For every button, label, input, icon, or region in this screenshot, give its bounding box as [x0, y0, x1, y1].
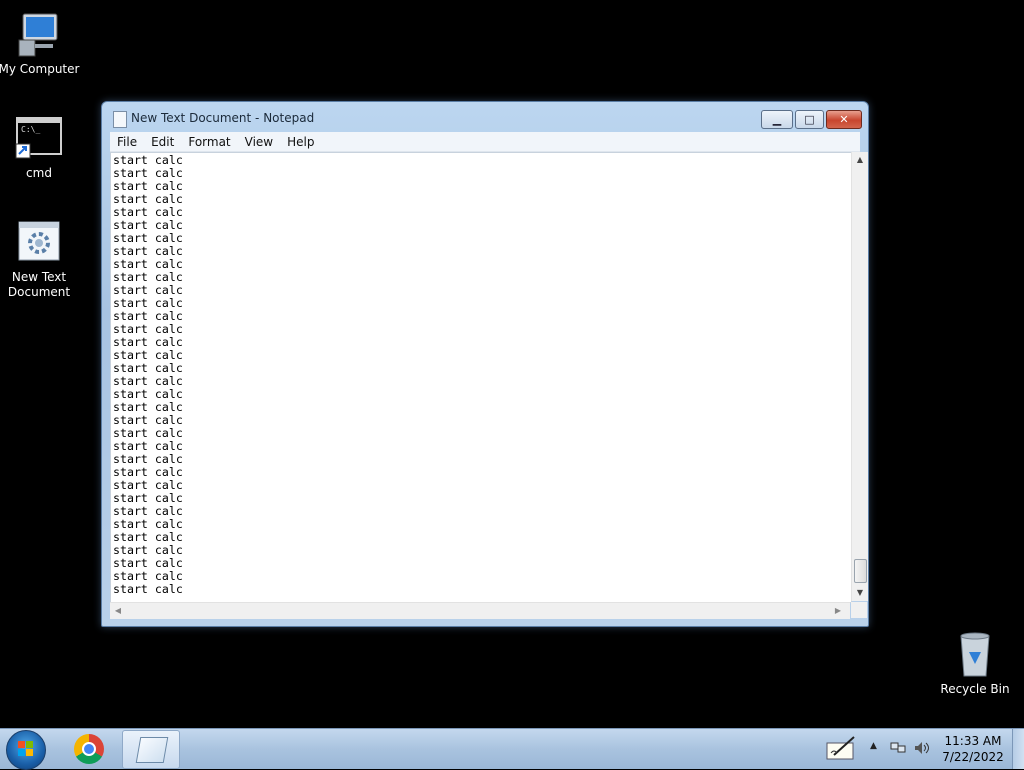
- desktop-icon-new-text-document[interactable]: New Text Document: [0, 218, 81, 300]
- minimize-icon: ▁: [772, 113, 782, 126]
- window-title: New Text Document - Notepad: [131, 111, 315, 125]
- maximize-icon: □: [804, 113, 815, 126]
- desktop-icon-label: New Text Document: [7, 270, 71, 299]
- menu-view[interactable]: View: [238, 135, 280, 149]
- editor-line: start calc: [113, 504, 183, 518]
- svg-text:C:\_: C:\_: [21, 125, 40, 134]
- minimize-button[interactable]: ▁: [761, 110, 793, 129]
- editor-line: start calc: [113, 413, 183, 427]
- desktop-icon-recycle-bin[interactable]: Recycle Bin: [933, 630, 1017, 697]
- show-hidden-icons-arrow[interactable]: ▲: [870, 741, 877, 751]
- taskbar: ▲ 11:33 AM 7/22/2022: [0, 728, 1024, 770]
- editor-line: start calc: [113, 322, 183, 336]
- clock-time: 11:33 AM: [944, 734, 1002, 748]
- show-desktop-button[interactable]: [1012, 729, 1024, 769]
- editor-line: start calc: [113, 166, 183, 180]
- editor-line: start calc: [113, 478, 183, 492]
- editor-line: start calc: [113, 491, 183, 505]
- volume-icon[interactable]: [914, 741, 930, 755]
- editor-line: start calc: [113, 569, 183, 583]
- horizontal-scrollbar[interactable]: ◀ ▶: [110, 602, 850, 619]
- taskbar-notepad-button[interactable]: [122, 730, 180, 769]
- scroll-up-icon[interactable]: ▲: [852, 152, 868, 168]
- editor-lines: start calc start calc start calc start calc…: [111, 153, 851, 596]
- vertical-scrollbar[interactable]: ▲ ▼: [851, 152, 868, 601]
- recycle-bin-icon: [951, 630, 999, 678]
- menu-edit[interactable]: Edit: [144, 135, 181, 149]
- chrome-icon: [74, 734, 104, 764]
- start-button[interactable]: [6, 730, 46, 770]
- menu-format[interactable]: Format: [181, 135, 237, 149]
- editor-line: start calc: [113, 582, 183, 596]
- text-editor[interactable]: start calc start calc start calc start calc…: [110, 152, 852, 603]
- editor-line: start calc: [113, 283, 183, 297]
- network-icon[interactable]: [890, 741, 906, 755]
- editor-line: start calc: [113, 244, 183, 258]
- computer-icon: [15, 10, 63, 58]
- editor-line: start calc: [113, 374, 183, 388]
- editor-line: start calc: [113, 309, 183, 323]
- desktop-icon-label: My Computer: [0, 62, 80, 76]
- batch-file-icon: [15, 218, 63, 266]
- scroll-thumb[interactable]: [854, 559, 867, 583]
- menu-help[interactable]: Help: [280, 135, 321, 149]
- editor-line: start calc: [113, 556, 183, 570]
- editor-line: start calc: [113, 387, 183, 401]
- size-grip[interactable]: [851, 602, 867, 618]
- maximize-button[interactable]: □: [795, 110, 824, 129]
- windows-start-icon: [18, 741, 34, 757]
- notepad-icon: [135, 737, 169, 763]
- scroll-right-icon[interactable]: ▶: [830, 603, 846, 619]
- editor-line: start calc: [113, 179, 183, 193]
- editor-line: start calc: [113, 205, 183, 219]
- editor-line: start calc: [113, 192, 183, 206]
- editor-line: start calc: [113, 543, 183, 557]
- desktop-icon-label: cmd: [26, 166, 52, 180]
- taskbar-chrome-button[interactable]: [61, 730, 117, 767]
- desktop-icon-my-computer[interactable]: My Computer: [0, 10, 81, 77]
- editor-line: start calc: [113, 270, 183, 284]
- taskbar-clock[interactable]: 11:33 AM 7/22/2022: [940, 733, 1006, 765]
- editor-line: start calc: [113, 218, 183, 232]
- editor-line: start calc: [113, 517, 183, 531]
- menu-file[interactable]: File: [110, 135, 144, 149]
- desktop-icon-cmd[interactable]: C:\_ cmd: [0, 114, 81, 181]
- editor-line: start calc: [113, 361, 183, 375]
- scroll-left-icon[interactable]: ◀: [110, 603, 126, 619]
- cmd-shortcut-icon: C:\_: [15, 114, 63, 162]
- pen-input-icon[interactable]: [826, 735, 858, 761]
- notepad-icon: [113, 111, 127, 128]
- editor-line: start calc: [113, 530, 183, 544]
- editor-line: start calc: [113, 452, 183, 466]
- editor-line: start calc: [113, 257, 183, 271]
- title-bar[interactable]: New Text Document - Notepad ▁ □ ✕: [102, 102, 868, 132]
- editor-line: start calc: [113, 296, 183, 310]
- clock-date: 7/22/2022: [942, 750, 1004, 764]
- close-button[interactable]: ✕: [826, 110, 862, 129]
- close-icon: ✕: [839, 113, 849, 126]
- editor-line: start calc: [113, 465, 183, 479]
- editor-line: start calc: [113, 335, 183, 349]
- notepad-window[interactable]: New Text Document - Notepad ▁ □ ✕ File E…: [101, 101, 869, 627]
- editor-line: start calc: [113, 231, 183, 245]
- editor-line: start calc: [113, 348, 183, 362]
- menu-bar: File Edit Format View Help: [110, 132, 860, 152]
- editor-line: start calc: [113, 426, 183, 440]
- editor-line: start calc: [113, 153, 183, 167]
- editor-line: start calc: [113, 439, 183, 453]
- scroll-down-icon[interactable]: ▼: [852, 585, 868, 601]
- editor-line: start calc: [113, 400, 183, 414]
- desktop-icon-label: Recycle Bin: [940, 682, 1010, 696]
